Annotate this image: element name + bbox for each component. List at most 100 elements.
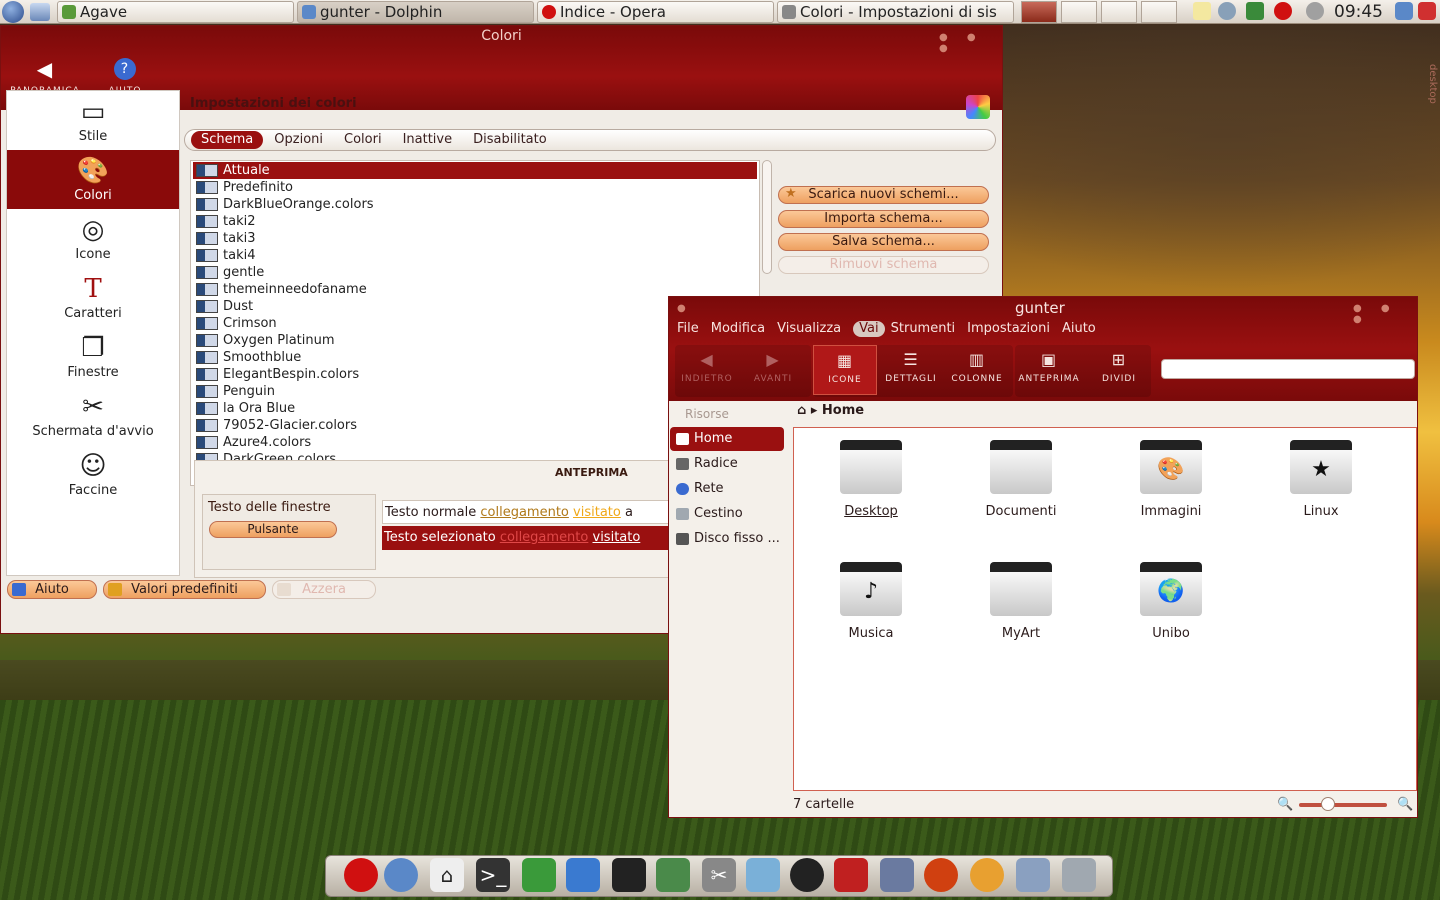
editor-dock-icon[interactable]: [522, 858, 556, 892]
reset-button[interactable]: Azzera: [272, 580, 376, 599]
menu-settings[interactable]: Impostazioni: [967, 321, 1050, 337]
folder-item[interactable]: ★ Linux: [1256, 440, 1386, 540]
location-input[interactable]: [1161, 359, 1415, 379]
scheme-row[interactable]: taki2: [193, 213, 757, 230]
folder-item[interactable]: Documenti: [956, 440, 1086, 540]
folder-item[interactable]: 🌍 Unibo: [1106, 562, 1236, 662]
clock[interactable]: 09:45: [1334, 0, 1383, 24]
tab-options[interactable]: Opzioni: [264, 131, 333, 149]
back-button[interactable]: ◀ INDIETRO: [675, 345, 739, 395]
scheme-row[interactable]: DarkBlueOrange.colors: [193, 196, 757, 213]
pager-desktop-1[interactable]: [1021, 1, 1057, 23]
details-view-button[interactable]: ☰ DETTAGLI: [879, 345, 943, 395]
sidebar-item-emoticons[interactable]: ☺ Faccine: [7, 445, 179, 504]
tab-colors[interactable]: Colori: [334, 131, 392, 149]
volume-icon[interactable]: [1218, 2, 1236, 20]
zoom-slider-handle[interactable]: [1321, 797, 1335, 811]
import-scheme-button[interactable]: Importa schema...: [778, 210, 989, 228]
sidebar-item-splash[interactable]: ✂ Schermata d'avvio: [7, 386, 179, 445]
columns-view-button[interactable]: ▥ COLONNE: [945, 345, 1009, 395]
tab-disabled[interactable]: Disabilitato: [463, 131, 557, 149]
sidebar-item-style[interactable]: ▭ Stile: [7, 91, 179, 150]
menu-go[interactable]: Vai: [853, 321, 885, 337]
download-schemes-button[interactable]: ★ Scarica nuovi schemi...: [778, 186, 989, 204]
tab-inactive[interactable]: Inattive: [393, 131, 463, 149]
scheme-row[interactable]: taki3: [193, 230, 757, 247]
window-menu-dot[interactable]: ●: [677, 303, 694, 314]
task-settings[interactable]: Colori - Impostazioni di sis: [777, 1, 1014, 23]
task-opera[interactable]: Indice - Opera: [537, 1, 774, 23]
info-icon[interactable]: [1306, 2, 1324, 20]
icons-view-button[interactable]: ▦ ICONE: [813, 345, 877, 395]
home-dock-icon[interactable]: ⌂: [430, 858, 464, 892]
place-root[interactable]: Radice: [670, 452, 784, 476]
window-controls[interactable]: ● ● ●: [939, 32, 1002, 54]
opera-dock-icon[interactable]: [344, 858, 378, 892]
kmenu-icon[interactable]: [2, 0, 24, 23]
save-scheme-button[interactable]: Salva schema...: [778, 233, 989, 251]
menu-tools[interactable]: Strumenti: [891, 321, 956, 337]
tools-dock-icon[interactable]: ✂: [702, 858, 736, 892]
window-controls[interactable]: ● ● ●: [1353, 303, 1417, 325]
sidebar-item-fonts[interactable]: T Caratteri: [7, 268, 179, 327]
files-dock-icon[interactable]: [746, 858, 780, 892]
folder-item[interactable]: Desktop: [806, 440, 936, 540]
file-view[interactable]: Desktop Documenti 🎨 Immagini ★ Linux ♪ Musica My…: [793, 427, 1417, 791]
writer-dock-icon[interactable]: [566, 858, 600, 892]
place-home[interactable]: Home: [670, 427, 784, 451]
mail-dock-icon[interactable]: [384, 858, 418, 892]
help-bottom-button[interactable]: Aiuto: [7, 580, 97, 599]
pdf-dock-icon[interactable]: [834, 858, 868, 892]
defaults-button[interactable]: Valori predefiniti: [103, 580, 266, 599]
place-trash[interactable]: Cestino: [670, 502, 784, 526]
opera-tray-icon[interactable]: [1274, 2, 1292, 20]
inkscape-dock-icon[interactable]: [612, 858, 646, 892]
logout-icon[interactable]: [1418, 2, 1436, 20]
scheme-row[interactable]: Predefinito: [193, 179, 757, 196]
folder-item[interactable]: 🎨 Immagini: [1106, 440, 1236, 540]
trash-dock-icon[interactable]: [1062, 858, 1096, 892]
scheme-row[interactable]: taki4: [193, 247, 757, 264]
pager-desktop-4[interactable]: [1141, 1, 1177, 23]
preview-button: Pulsante: [209, 521, 337, 538]
desktop-side-label[interactable]: desktop: [1418, 64, 1438, 154]
preview-toggle-button[interactable]: ▣ ANTEPRIMA: [1017, 345, 1081, 395]
graphics-dock-icon[interactable]: [880, 858, 914, 892]
sidebar-item-colors[interactable]: 🎨 Colori: [7, 150, 179, 209]
zoom-out-icon[interactable]: 🔍: [1277, 797, 1293, 812]
menu-file[interactable]: File: [677, 321, 699, 337]
zoom-slider[interactable]: [1299, 803, 1387, 807]
tab-schema[interactable]: Schema: [191, 131, 264, 149]
screenshot-dock-icon[interactable]: [1016, 858, 1050, 892]
terminal-dock-icon[interactable]: >_: [476, 858, 510, 892]
remove-scheme-button[interactable]: Rimuovi schema: [778, 256, 989, 274]
folder-item[interactable]: MyArt: [956, 562, 1086, 662]
scheme-list-scrollbar[interactable]: [762, 160, 772, 274]
sidebar-item-icons[interactable]: ◎ Icone: [7, 209, 179, 268]
breadcrumb[interactable]: ⌂ ▸ Home: [797, 403, 864, 418]
gallery-dock-icon[interactable]: [656, 858, 690, 892]
folder-item[interactable]: ♪ Musica: [806, 562, 936, 662]
pager-desktop-3[interactable]: [1101, 1, 1137, 23]
show-desktop-icon[interactable]: [30, 2, 50, 21]
klipper-icon[interactable]: [1193, 2, 1211, 20]
zoom-in-icon[interactable]: 🔍: [1397, 797, 1413, 812]
burner-dock-icon[interactable]: [924, 858, 958, 892]
lock-icon[interactable]: [1395, 2, 1413, 20]
task-dolphin[interactable]: gunter - Dolphin: [297, 1, 534, 23]
sidebar-item-windows[interactable]: ❐ Finestre: [7, 327, 179, 386]
split-button[interactable]: ⊞ DIVIDI: [1087, 345, 1151, 395]
media-dock-icon[interactable]: [790, 858, 824, 892]
scheme-row[interactable]: Attuale: [193, 162, 757, 179]
menu-help[interactable]: Aiuto: [1062, 321, 1096, 337]
pager-desktop-2[interactable]: [1061, 1, 1097, 23]
place-harddisk[interactable]: Disco fisso ...: [670, 527, 784, 551]
battery-icon[interactable]: [1246, 2, 1264, 20]
menu-edit[interactable]: Modifica: [711, 321, 765, 337]
task-agave[interactable]: Agave: [57, 1, 294, 23]
forward-button[interactable]: ▶ AVANTI: [741, 345, 805, 395]
scheme-row[interactable]: gentle: [193, 264, 757, 281]
menu-view[interactable]: Visualizza: [777, 321, 841, 337]
place-network[interactable]: Rete: [670, 477, 784, 501]
photo-dock-icon[interactable]: [970, 858, 1004, 892]
